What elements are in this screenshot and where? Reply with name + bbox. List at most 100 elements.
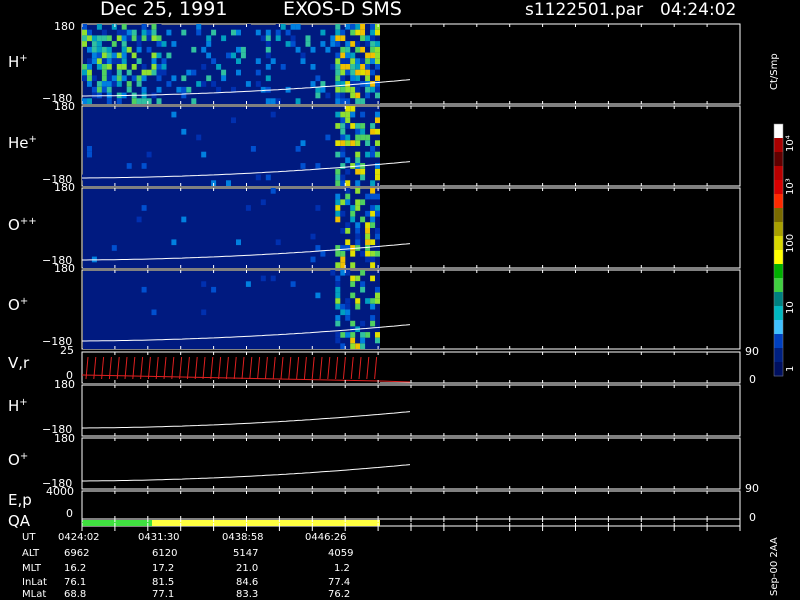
spectrogram-cell bbox=[106, 35, 112, 42]
spectrogram-cell bbox=[141, 86, 147, 93]
spectrogram-cell bbox=[236, 58, 241, 64]
spectrogram-cell bbox=[335, 262, 341, 268]
spectrogram-cell bbox=[345, 157, 351, 164]
spectrogram-cell bbox=[375, 46, 380, 53]
spectrogram-cell bbox=[375, 337, 380, 344]
spectrogram-cell bbox=[370, 188, 376, 194]
spectrogram-cell bbox=[345, 343, 351, 349]
spectrogram-cell bbox=[360, 250, 366, 257]
colorbar-swatch bbox=[774, 362, 783, 377]
spectrogram-cell bbox=[265, 46, 271, 53]
spectrogram-cell bbox=[136, 81, 142, 87]
spectrogram-cell bbox=[340, 193, 346, 200]
spectrogram-cell bbox=[355, 337, 361, 344]
spectrogram-cell bbox=[290, 35, 296, 42]
spectrogram-cell bbox=[355, 174, 361, 181]
spectrogram-cell bbox=[131, 64, 137, 70]
spectrogram-cell bbox=[101, 81, 107, 87]
spectrogram-cell bbox=[121, 52, 127, 59]
spectrogram-cell bbox=[275, 24, 281, 30]
spectrogram-cell bbox=[101, 69, 107, 76]
spectrogram-cell bbox=[355, 41, 361, 47]
spectrogram-cell bbox=[111, 86, 117, 93]
spectrogram-cell bbox=[280, 24, 286, 30]
spectrogram-cell bbox=[365, 134, 371, 141]
spectrogram-cell bbox=[330, 64, 336, 70]
spectrogram-cell bbox=[141, 29, 147, 36]
spectrogram-cell bbox=[191, 52, 197, 59]
spectrogram-cell bbox=[161, 98, 167, 104]
spectrogram-cell bbox=[360, 174, 366, 181]
spectrogram-cell bbox=[101, 75, 107, 82]
spectrogram-cell bbox=[345, 69, 351, 76]
spectrogram-cell bbox=[365, 75, 371, 82]
spectrogram-cell bbox=[91, 35, 97, 42]
spectrogram-cell bbox=[116, 98, 122, 104]
spectrogram-cell bbox=[350, 92, 356, 99]
spectrogram-cell bbox=[340, 86, 346, 93]
spectrogram-cell bbox=[355, 216, 361, 223]
spectrogram-cell bbox=[106, 58, 112, 64]
colorbar-swatch bbox=[774, 208, 783, 223]
spectrogram-cell bbox=[126, 81, 132, 87]
spectrogram-cell bbox=[265, 29, 271, 36]
spectrogram-cell bbox=[345, 303, 351, 310]
spectrogram-cell bbox=[355, 228, 361, 234]
spectrogram-cell bbox=[121, 24, 127, 30]
spectrogram-cell bbox=[335, 250, 341, 257]
spectrogram-cell bbox=[91, 46, 97, 53]
spectrogram-cell bbox=[265, 98, 271, 104]
spectrogram-cell bbox=[106, 46, 112, 53]
spectrogram-cell bbox=[96, 24, 102, 30]
spectrogram-cell bbox=[265, 41, 271, 47]
spectrogram-cell bbox=[340, 250, 346, 257]
spectrogram-cell bbox=[340, 117, 346, 124]
footer-mlat-label: MLat bbox=[22, 589, 47, 600]
spectrogram-cell bbox=[375, 75, 380, 82]
spectrogram-cell bbox=[87, 58, 92, 64]
spectrogram-cell bbox=[216, 64, 222, 70]
footer-mlat-1: 77.1 bbox=[152, 589, 175, 600]
spectrogram-cell bbox=[350, 140, 356, 146]
spectrogram-cell bbox=[141, 24, 147, 30]
spectrogram-cell bbox=[330, 140, 336, 146]
spectrogram-cell bbox=[340, 228, 346, 234]
spectrogram-cell bbox=[375, 292, 380, 299]
spectrogram-cell bbox=[370, 298, 376, 304]
spectrogram-cell bbox=[335, 75, 341, 82]
spectrogram-cell bbox=[87, 151, 92, 158]
spectrogram-cell bbox=[355, 281, 361, 287]
spectrogram-cell bbox=[181, 86, 187, 93]
spectrogram-cell bbox=[275, 46, 281, 53]
spectrogram-cell bbox=[370, 245, 376, 251]
spectrogram-cell bbox=[340, 332, 346, 338]
spectrogram-cell bbox=[116, 64, 122, 70]
spectrogram-cell bbox=[146, 46, 152, 53]
spectrogram-cell bbox=[156, 52, 162, 59]
spectrogram-cell bbox=[240, 52, 246, 59]
spectrogram-cell bbox=[350, 123, 356, 129]
panel-frame-o_plus_2 bbox=[81, 437, 741, 490]
spectrogram-cell bbox=[365, 41, 371, 47]
spectrogram-cell bbox=[101, 52, 107, 59]
tick-h2-top: 180 bbox=[54, 378, 75, 391]
spectrogram-cell bbox=[101, 86, 107, 93]
spectrogram-cell bbox=[335, 298, 341, 304]
spectrogram-cell bbox=[340, 210, 346, 217]
spectrogram-cell bbox=[365, 228, 371, 234]
spectrogram-cell bbox=[156, 35, 162, 42]
spectrogram-cell bbox=[370, 41, 376, 47]
spectrogram-cell bbox=[335, 275, 341, 282]
spectrogram-cell bbox=[275, 98, 281, 104]
spectrogram-cell bbox=[171, 41, 177, 47]
spectrogram-cell bbox=[161, 58, 167, 64]
spectrogram-plot: Dec 25, 1991 EXOS-D SMS s1122501.par 04:… bbox=[0, 0, 800, 600]
spectrogram-cell bbox=[106, 81, 112, 87]
spectrogram-cell bbox=[295, 46, 301, 53]
spectrogram-cell bbox=[255, 69, 261, 76]
spectrogram-cell bbox=[375, 298, 380, 304]
spectrogram-cell bbox=[360, 41, 366, 47]
spectrogram-cell bbox=[320, 250, 326, 257]
spectrogram-cell bbox=[350, 75, 356, 82]
colorbar-swatch bbox=[774, 250, 783, 265]
